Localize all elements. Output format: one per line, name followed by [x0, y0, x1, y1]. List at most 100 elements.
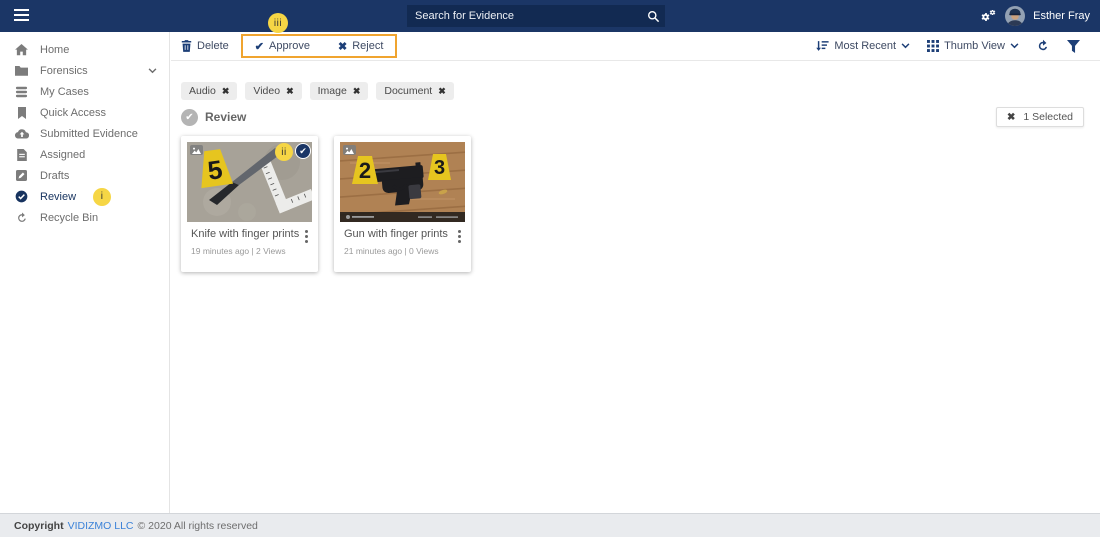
folder-icon: [14, 65, 29, 76]
annotation-badge-iii: iii: [268, 13, 288, 33]
chevron-down-icon: [901, 43, 910, 49]
evidence-title[interactable]: Knife with finger prints: [191, 228, 299, 240]
view-label: Thumb View: [944, 40, 1005, 52]
selection-count: 1 Selected: [1023, 111, 1073, 123]
clear-selection-icon[interactable]: ✖: [1007, 112, 1015, 123]
remove-filter-icon[interactable]: ✖: [438, 86, 446, 97]
top-navbar: Esther Fray: [0, 0, 1100, 32]
sort-icon: [816, 40, 829, 52]
remove-filter-icon[interactable]: ✖: [222, 86, 230, 97]
sidebar-item-home[interactable]: Home: [0, 39, 169, 60]
footer-copyright: Copyright: [14, 520, 64, 532]
filter-chip-document: Document ✖: [376, 82, 453, 100]
evidence-title[interactable]: Gun with finger prints: [344, 228, 448, 240]
annotation-badge-ii: ii: [275, 143, 293, 161]
selection-badge: ✖ 1 Selected: [996, 107, 1084, 127]
sidebar-item-recycle-bin[interactable]: Recycle Bin: [0, 207, 169, 228]
sidebar-item-drafts[interactable]: Drafts: [0, 165, 169, 186]
reject-label: Reject: [352, 40, 383, 52]
evidence-thumbnail[interactable]: 2 3: [340, 142, 465, 222]
sidebar-item-label: My Cases: [40, 86, 89, 98]
document-icon: [14, 149, 29, 161]
footer-company-link[interactable]: VIDIZMO LLC: [68, 520, 134, 532]
sidebar-item-quick-access[interactable]: Quick Access: [0, 102, 169, 123]
sidebar-item-label: Forensics: [40, 65, 88, 77]
main-content: Delete ✔ Approve ✖ Reject Most Recent Th…: [171, 32, 1100, 513]
sidebar-item-submitted-evidence[interactable]: Submitted Evidence: [0, 123, 169, 144]
chevron-down-icon[interactable]: [148, 68, 157, 74]
sidebar: Home Forensics My Cases Quick Access Sub…: [0, 32, 170, 513]
home-icon: [14, 44, 29, 56]
hamburger-menu-icon[interactable]: [14, 9, 29, 23]
filter-chip-video: Video ✖: [245, 82, 301, 100]
sidebar-item-label: Submitted Evidence: [40, 128, 138, 140]
sidebar-item-review[interactable]: Review i: [0, 186, 169, 207]
evidence-marker-number: 3: [434, 157, 445, 179]
sidebar-item-label: Home: [40, 44, 69, 56]
delete-label: Delete: [197, 40, 229, 52]
sidebar-item-forensics[interactable]: Forensics: [0, 60, 169, 81]
section-header: ✔ Review ✖ 1 Selected: [181, 106, 1084, 128]
evidence-grid: 5 ii ✔ Knife with finger prints 19 minut…: [181, 136, 471, 272]
navbar-right: Esther Fray: [980, 0, 1090, 32]
chip-label: Document: [384, 85, 432, 97]
filter-chip-audio: Audio ✖: [181, 82, 237, 100]
user-name[interactable]: Esther Fray: [1033, 10, 1090, 22]
sidebar-item-label: Drafts: [40, 170, 69, 182]
bookmark-icon: [14, 107, 29, 119]
delete-button[interactable]: Delete: [181, 40, 229, 52]
filter-chips: Audio ✖ Video ✖ Image ✖ Document ✖: [181, 82, 454, 100]
search-bar: [407, 5, 665, 27]
recycle-icon: [14, 212, 29, 224]
review-section-icon: ✔: [181, 109, 198, 126]
chip-label: Image: [318, 85, 347, 97]
toolbar-right: Most Recent Thumb View: [816, 39, 1080, 53]
action-toolbar: Delete ✔ Approve ✖ Reject Most Recent Th…: [171, 32, 1100, 61]
footer-rights: © 2020 All rights reserved: [138, 520, 258, 532]
image-type-badge-icon: [190, 145, 203, 155]
reject-button[interactable]: ✖ Reject: [338, 40, 383, 53]
evidence-thumbnail[interactable]: 5 ii ✔: [187, 142, 312, 222]
evidence-card-gun[interactable]: 2 3 Gun with finger prints 21 minutes ag…: [334, 136, 471, 272]
chip-label: Audio: [189, 85, 216, 97]
sidebar-item-label: Review: [40, 191, 76, 203]
avatar[interactable]: [1005, 6, 1025, 26]
refresh-icon[interactable]: [1036, 39, 1050, 53]
filter-chip-image: Image ✖: [310, 82, 369, 100]
chevron-down-icon: [1010, 43, 1019, 49]
remove-filter-icon[interactable]: ✖: [286, 86, 294, 97]
approve-button[interactable]: ✔ Approve: [255, 40, 310, 53]
image-type-badge-icon: [343, 145, 356, 155]
selected-check-icon[interactable]: ✔: [295, 143, 311, 159]
annotation-badge-i: i: [93, 188, 111, 206]
view-dropdown[interactable]: Thumb View: [927, 40, 1019, 52]
evidence-marker-number: 2: [359, 158, 371, 183]
grid-view-icon: [927, 40, 939, 52]
filter-icon[interactable]: [1067, 40, 1080, 53]
edit-icon: [14, 170, 29, 181]
remove-filter-icon[interactable]: ✖: [353, 86, 361, 97]
sidebar-item-assigned[interactable]: Assigned: [0, 144, 169, 165]
sidebar-item-my-cases[interactable]: My Cases: [0, 81, 169, 102]
search-icon[interactable]: [641, 10, 665, 23]
kebab-menu-icon[interactable]: [454, 228, 465, 245]
section-title: Review: [205, 110, 246, 124]
sort-label: Most Recent: [834, 40, 896, 52]
sidebar-item-label: Quick Access: [40, 107, 106, 119]
settings-gears-icon[interactable]: [980, 9, 997, 24]
sidebar-item-label: Assigned: [40, 149, 85, 161]
kebab-menu-icon[interactable]: [301, 228, 312, 245]
footer: Copyright VIDIZMO LLC © 2020 All rights …: [0, 513, 1100, 537]
chip-label: Video: [253, 85, 280, 97]
cloud-upload-icon: [14, 128, 29, 139]
evidence-meta: 21 minutes ago | 0 Views: [344, 246, 439, 256]
evidence-card-knife[interactable]: 5 ii ✔ Knife with finger prints 19 minut…: [181, 136, 318, 272]
search-input[interactable]: [407, 10, 641, 22]
approve-label: Approve: [269, 40, 310, 52]
sidebar-item-label: Recycle Bin: [40, 212, 98, 224]
tutorial-highlight-box: ✔ Approve ✖ Reject: [241, 34, 398, 58]
trash-icon: [181, 40, 192, 52]
evidence-meta: 19 minutes ago | 2 Views: [191, 246, 286, 256]
check-icon: ✔: [255, 40, 264, 53]
sort-dropdown[interactable]: Most Recent: [816, 40, 910, 52]
